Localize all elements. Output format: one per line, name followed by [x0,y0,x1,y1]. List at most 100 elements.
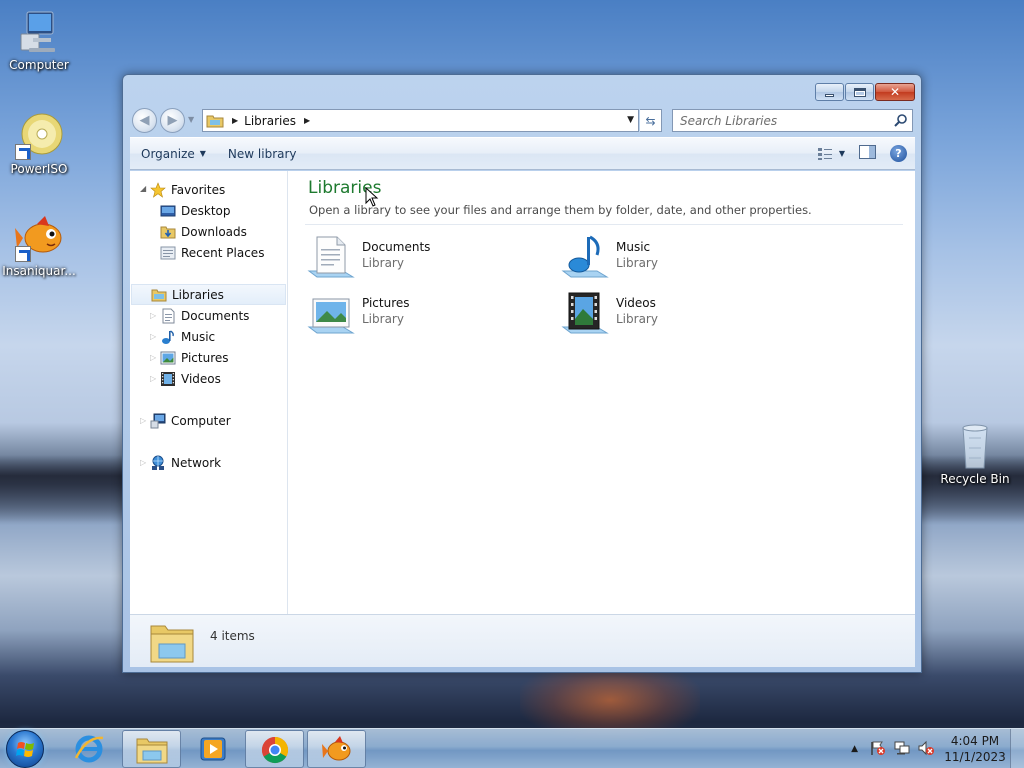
desktop-icon-label: Recycle Bin [940,472,1010,486]
breadcrumb-separator-icon[interactable]: ▶ [304,116,310,125]
desktop-icon-computer[interactable]: Computer [0,8,78,72]
start-button[interactable] [6,730,44,768]
explorer-body: ◢ Favorites Desktop Downloads Recent Pla… [130,171,915,614]
internet-explorer-icon [74,735,104,763]
preview-pane-button[interactable] [859,145,876,162]
desktop-icon-poweriso[interactable]: PowerISO [0,112,78,176]
close-button[interactable]: ✕ [875,83,915,101]
film-strip-icon [160,371,176,387]
library-type: Library [616,256,658,270]
address-bar[interactable]: ▶ Libraries ▶ ▼ [202,109,639,132]
library-item-documents[interactable]: Documents Library [307,233,537,283]
show-hidden-icons-button[interactable]: ▲ [851,744,858,754]
expand-triangle-icon[interactable]: ▷ [150,353,156,362]
close-icon: ✕ [889,85,901,99]
show-desktop-button[interactable] [1010,729,1024,768]
back-button[interactable]: ◀ [132,108,157,133]
nav-downloads[interactable]: Downloads [160,221,247,242]
nav-libraries[interactable]: Libraries [131,284,286,305]
breadcrumb-libraries[interactable]: Libraries [244,114,296,128]
forward-arrow-icon: ▶ [167,113,178,128]
desktop-icon [160,203,176,219]
goldfish-icon [322,736,351,761]
search-input[interactable] [673,110,883,131]
refresh-button[interactable]: ⇆ [640,109,662,132]
clock-time: 4:04 PM [950,734,1000,748]
maximize-icon [853,87,866,97]
refresh-icon: ⇆ [645,113,656,128]
library-item-videos[interactable]: Videos Library [561,289,791,339]
new-library-label: New library [227,146,297,161]
expand-triangle-icon[interactable]: ▷ [150,311,156,320]
taskbar-media-player[interactable] [184,730,243,768]
nav-music[interactable]: Music [160,326,215,347]
search-icon[interactable] [894,114,907,130]
pictures-icon [160,350,176,366]
expand-triangle-icon[interactable]: ▷ [150,332,156,341]
nav-recent-places[interactable]: Recent Places [160,242,264,263]
recent-pages-dropdown[interactable]: ▼ [188,115,194,124]
nav-computer[interactable]: Computer [150,410,231,431]
explorer-window: ✕ ◀ ▶ ▼ ▶ Libraries ▶ ▼ ⇆ Search Librari… [122,74,922,673]
shortcut-arrow-icon [15,144,31,160]
nav-music-label: Music [181,329,216,344]
address-dropdown-icon[interactable]: ▼ [627,115,634,125]
expand-triangle-icon[interactable]: ▷ [140,416,146,425]
nav-favorites[interactable]: Favorites [150,179,225,200]
breadcrumb-separator-icon[interactable]: ▶ [232,116,238,125]
music-library-icon [561,233,611,281]
preview-pane-icon [859,145,876,159]
taskbar-clock[interactable]: 4:04 PM 11/1/2023 [940,733,1010,765]
taskbar-chrome[interactable] [245,730,304,768]
library-item-music[interactable]: Music Library [561,233,791,283]
view-controls: ▼ ? [817,145,907,162]
recycle-bin-icon [951,422,999,470]
nav-downloads-label: Downloads [181,224,247,239]
expand-triangle-icon[interactable]: ▷ [140,458,146,467]
library-name: Videos [616,296,656,310]
network-icon [150,455,166,471]
content-pane: Libraries Open a library to see your fil… [289,171,915,614]
taskbar-internet-explorer[interactable] [60,730,119,768]
nav-videos[interactable]: Videos [160,368,221,389]
organize-label: Organize [141,146,195,161]
maximize-button[interactable] [845,83,874,101]
libraries-large-folder-icon [149,620,195,667]
taskbar-windows-explorer[interactable] [122,730,181,768]
desktop-icon-recycle-bin[interactable]: Recycle Bin [936,422,1014,486]
desktop-icon-label: Insaniquar... [2,264,76,278]
search-box[interactable] [672,109,913,132]
chevron-down-icon: ▼ [838,149,845,158]
organize-button[interactable]: Organize ▼ [130,138,217,169]
clock-date: 11/1/2023 [944,750,1006,764]
nav-pictures[interactable]: Pictures [160,347,229,368]
nav-recent-places-label: Recent Places [181,245,265,260]
nav-network[interactable]: Network [150,452,221,473]
network-status-icon[interactable] [894,740,910,759]
new-library-button[interactable]: New library [217,138,308,169]
details-pane: 4 items [130,614,915,667]
forward-button[interactable]: ▶ [160,108,185,133]
system-tray: ▲ 4:04 PM 11/1/2023 [851,729,1024,768]
help-icon[interactable]: ? [890,145,907,162]
library-item-pictures[interactable]: Pictures Library [307,289,537,339]
taskbar-insaniquarium[interactable] [307,730,366,768]
volume-muted-icon[interactable] [918,740,934,759]
nav-favorites-label: Favorites [171,182,226,197]
action-center-flag-icon[interactable] [870,740,886,759]
desktop-icon-insaniquarium[interactable]: Insaniquar... [0,214,78,278]
minimize-button[interactable] [815,83,844,101]
desktop-icon-label: PowerISO [10,162,68,176]
library-name: Pictures [362,296,410,310]
desktop-icon-label: Computer [9,58,69,72]
libraries-folder-icon [206,114,224,128]
computer-icon [150,413,166,429]
nav-pictures-label: Pictures [181,350,229,365]
nav-desktop[interactable]: Desktop [160,200,231,221]
collapse-triangle-icon[interactable]: ◢ [140,184,146,193]
expand-triangle-icon[interactable]: ▷ [150,374,156,383]
change-view-button[interactable]: ▼ [817,147,845,161]
goldfish-icon [15,214,63,262]
nav-documents[interactable]: Documents [160,305,249,326]
window-controls: ✕ [815,83,915,101]
